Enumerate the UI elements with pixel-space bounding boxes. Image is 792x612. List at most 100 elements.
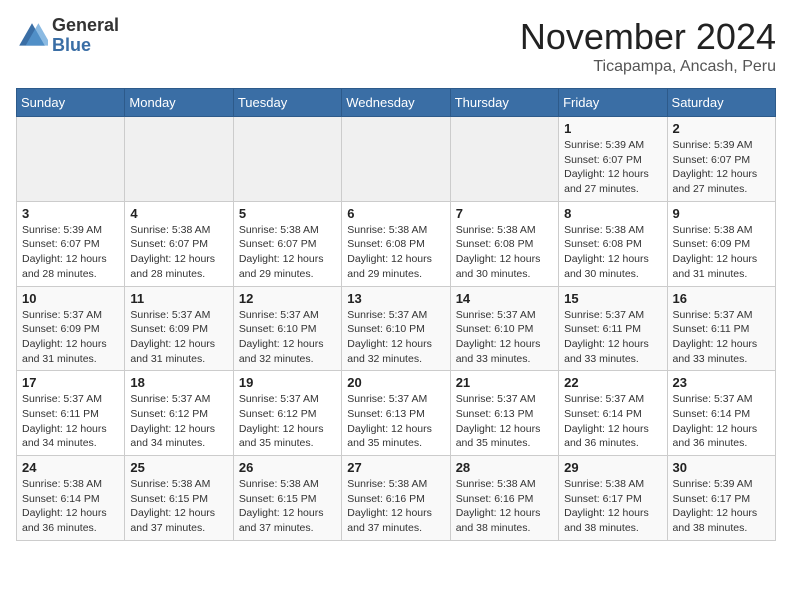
title-block: November 2024 Ticapampa, Ancash, Peru [520,16,776,76]
day-cell: 21 Sunrise: 5:37 AM Sunset: 6:13 PM Dayli… [450,371,558,456]
day-cell [450,117,558,202]
day-number: 14 [456,291,553,306]
day-info: Sunrise: 5:38 AM Sunset: 6:09 PM Dayligh… [673,223,770,282]
day-info: Sunrise: 5:37 AM Sunset: 6:12 PM Dayligh… [239,392,336,451]
day-cell: 28 Sunrise: 5:38 AM Sunset: 6:16 PM Dayli… [450,456,558,541]
day-cell: 23Sunrise: 5:37 AM Sunset: 6:14 PM Dayli… [667,371,775,456]
header-row: SundayMondayTuesdayWednesdayThursdayFrid… [17,89,776,117]
day-info: Sunrise: 5:38 AM Sunset: 6:08 PM Dayligh… [456,223,553,282]
day-info: Sunrise: 5:37 AM Sunset: 6:14 PM Dayligh… [564,392,661,451]
day-number: 19 [239,375,336,390]
day-info: Sunrise: 5:37 AM Sunset: 6:10 PM Dayligh… [239,308,336,367]
day-cell: 30 Sunrise: 5:39 AM Sunset: 6:17 PM Dayli… [667,456,775,541]
day-info: Sunrise: 5:37 AM Sunset: 6:11 PM Dayligh… [22,392,119,451]
day-cell: 14 Sunrise: 5:37 AM Sunset: 6:10 PM Dayli… [450,286,558,371]
day-info: Sunrise: 5:37 AM Sunset: 6:14 PM Dayligh… [673,392,770,451]
day-number: 21 [456,375,553,390]
day-number: 4 [130,206,227,221]
location-title: Ticapampa, Ancash, Peru [520,58,776,76]
day-number: 12 [239,291,336,306]
day-cell [342,117,450,202]
calendar-body: 1 Sunrise: 5:39 AM Sunset: 6:07 PM Daylig… [17,117,776,541]
header-cell-sunday: Sunday [17,89,125,117]
week-row-1: 1 Sunrise: 5:39 AM Sunset: 6:07 PM Daylig… [17,117,776,202]
day-cell: 5Sunrise: 5:38 AM Sunset: 6:07 PM Daylig… [233,201,341,286]
day-number: 15 [564,291,661,306]
day-cell: 10Sunrise: 5:37 AM Sunset: 6:09 PM Dayli… [17,286,125,371]
day-info: Sunrise: 5:37 AM Sunset: 6:11 PM Dayligh… [673,308,770,367]
day-cell: 17 Sunrise: 5:37 AM Sunset: 6:11 PM Dayli… [17,371,125,456]
day-number: 11 [130,291,227,306]
day-cell: 8 Sunrise: 5:38 AM Sunset: 6:08 PM Daylig… [559,201,667,286]
day-number: 18 [130,375,227,390]
day-number: 3 [22,206,119,221]
day-cell: 15 Sunrise: 5:37 AM Sunset: 6:11 PM Dayli… [559,286,667,371]
day-cell: 13Sunrise: 5:37 AM Sunset: 6:10 PM Dayli… [342,286,450,371]
day-cell: 3 Sunrise: 5:39 AM Sunset: 6:07 PM Daylig… [17,201,125,286]
day-number: 6 [347,206,444,221]
day-number: 2 [673,121,770,136]
day-cell: 19 Sunrise: 5:37 AM Sunset: 6:12 PM Dayli… [233,371,341,456]
day-info: Sunrise: 5:39 AM Sunset: 6:17 PM Dayligh… [673,477,770,536]
page-header: General Blue November 2024 Ticapampa, An… [16,16,776,76]
day-number: 7 [456,206,553,221]
day-number: 16 [673,291,770,306]
day-info: Sunrise: 5:38 AM Sunset: 6:15 PM Dayligh… [130,477,227,536]
day-number: 24 [22,460,119,475]
day-cell: 11 Sunrise: 5:37 AM Sunset: 6:09 PM Dayli… [125,286,233,371]
calendar-header: SundayMondayTuesdayWednesdayThursdayFrid… [17,89,776,117]
header-cell-monday: Monday [125,89,233,117]
month-title: November 2024 [520,16,776,58]
day-cell: 7 Sunrise: 5:38 AM Sunset: 6:08 PM Daylig… [450,201,558,286]
day-number: 26 [239,460,336,475]
day-info: Sunrise: 5:37 AM Sunset: 6:10 PM Dayligh… [456,308,553,367]
week-row-5: 24Sunrise: 5:38 AM Sunset: 6:14 PM Dayli… [17,456,776,541]
day-number: 17 [22,375,119,390]
day-number: 28 [456,460,553,475]
day-info: Sunrise: 5:37 AM Sunset: 6:09 PM Dayligh… [130,308,227,367]
day-cell: 12 Sunrise: 5:37 AM Sunset: 6:10 PM Dayli… [233,286,341,371]
day-number: 25 [130,460,227,475]
day-cell [17,117,125,202]
day-number: 29 [564,460,661,475]
day-cell: 16 Sunrise: 5:37 AM Sunset: 6:11 PM Dayli… [667,286,775,371]
day-number: 1 [564,121,661,136]
day-number: 22 [564,375,661,390]
calendar-table: SundayMondayTuesdayWednesdayThursdayFrid… [16,88,776,541]
header-cell-friday: Friday [559,89,667,117]
logo-icon [16,20,48,52]
day-number: 20 [347,375,444,390]
day-info: Sunrise: 5:38 AM Sunset: 6:08 PM Dayligh… [564,223,661,282]
day-cell: 24Sunrise: 5:38 AM Sunset: 6:14 PM Dayli… [17,456,125,541]
day-info: Sunrise: 5:38 AM Sunset: 6:07 PM Dayligh… [130,223,227,282]
day-cell [125,117,233,202]
day-info: Sunrise: 5:38 AM Sunset: 6:16 PM Dayligh… [456,477,553,536]
header-cell-saturday: Saturday [667,89,775,117]
day-number: 30 [673,460,770,475]
day-cell: 18 Sunrise: 5:37 AM Sunset: 6:12 PM Dayli… [125,371,233,456]
day-info: Sunrise: 5:39 AM Sunset: 6:07 PM Dayligh… [22,223,119,282]
day-number: 9 [673,206,770,221]
day-number: 10 [22,291,119,306]
day-info: Sunrise: 5:38 AM Sunset: 6:08 PM Dayligh… [347,223,444,282]
week-row-2: 3 Sunrise: 5:39 AM Sunset: 6:07 PM Daylig… [17,201,776,286]
day-cell: 29Sunrise: 5:38 AM Sunset: 6:17 PM Dayli… [559,456,667,541]
day-info: Sunrise: 5:39 AM Sunset: 6:07 PM Dayligh… [673,138,770,197]
week-row-4: 17 Sunrise: 5:37 AM Sunset: 6:11 PM Dayli… [17,371,776,456]
day-info: Sunrise: 5:37 AM Sunset: 6:13 PM Dayligh… [456,392,553,451]
header-cell-tuesday: Tuesday [233,89,341,117]
day-number: 27 [347,460,444,475]
day-number: 5 [239,206,336,221]
day-info: Sunrise: 5:37 AM Sunset: 6:12 PM Dayligh… [130,392,227,451]
day-number: 13 [347,291,444,306]
day-cell: 20 Sunrise: 5:37 AM Sunset: 6:13 PM Dayli… [342,371,450,456]
logo-text: General Blue [52,16,119,56]
day-cell: 26Sunrise: 5:38 AM Sunset: 6:15 PM Dayli… [233,456,341,541]
week-row-3: 10 Sunrise: 5:37 AM Sunset: 6:09 PM Dayli… [17,286,776,371]
day-cell: 4 Sunrise: 5:38 AM Sunset: 6:07 PM Daylig… [125,201,233,286]
day-info: Sunrise: 5:37 AM Sunset: 6:11 PM Dayligh… [564,308,661,367]
day-info: Sunrise: 5:37 AM Sunset: 6:13 PM Dayligh… [347,392,444,451]
day-number: 8 [564,206,661,221]
day-cell: 6 Sunrise: 5:38 AM Sunset: 6:08 PM Daylig… [342,201,450,286]
header-cell-wednesday: Wednesday [342,89,450,117]
